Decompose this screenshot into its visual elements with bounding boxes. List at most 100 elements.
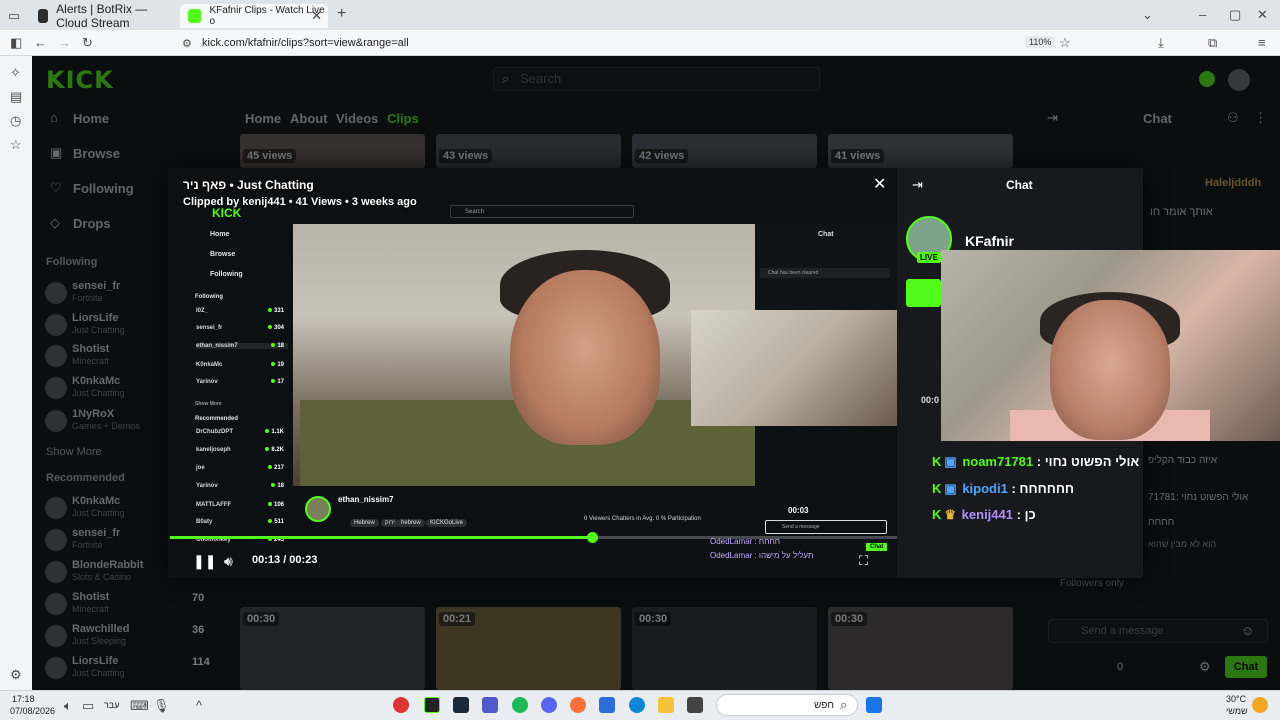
kick-badge-icon: K xyxy=(932,507,942,522)
tab-clips[interactable]: Clips xyxy=(387,111,419,126)
inner-channel: DrChubzDPT xyxy=(196,429,233,435)
taskbar-search[interactable] xyxy=(716,694,858,716)
inner-count: 19 xyxy=(271,362,284,368)
chat-more-icon[interactable]: ⋮ xyxy=(1254,111,1267,125)
side-settings-icon[interactable]: ⚙ xyxy=(10,668,22,682)
inner-stats: 0 Viewers Chatters in Avg. 0 % Participa… xyxy=(584,516,701,522)
channel-name: sensei_fr xyxy=(72,527,121,539)
clip-views: 41 views xyxy=(831,149,885,163)
speaker-icon[interactable]: 🔈︎ xyxy=(64,699,72,713)
nav-following[interactable]: Following xyxy=(73,181,134,196)
tab-about[interactable]: About xyxy=(290,111,328,126)
channel-category: Slots & Casino xyxy=(72,572,132,582)
download-icon[interactable]: ⤓ xyxy=(1158,36,1164,50)
inner-count: 18 xyxy=(271,343,284,349)
file-explorer-icon[interactable] xyxy=(658,697,674,713)
fullscreen-icon[interactable]: ⛶ xyxy=(859,553,868,569)
following-title: Following xyxy=(46,256,98,268)
search-placeholder: Search xyxy=(520,71,562,86)
zoom-indicator[interactable]: 110% xyxy=(1025,36,1056,48)
language-indicator[interactable]: עבר xyxy=(104,700,119,710)
extensions-icon[interactable]: ⧉ xyxy=(1208,36,1217,50)
tab-botrix[interactable]: Alerts | BotRix — Cloud Stream xyxy=(30,2,178,30)
back-icon[interactable]: ← xyxy=(34,36,47,50)
spotify-icon[interactable] xyxy=(512,697,528,713)
close-modal-button[interactable]: ✕ xyxy=(873,174,886,194)
pause-button[interactable]: ❚❚ xyxy=(193,553,216,570)
send-message-input[interactable]: Send a message xyxy=(1048,619,1268,643)
volume-icon[interactable]: 🔊︎ xyxy=(224,553,233,570)
progress-knob[interactable] xyxy=(586,532,598,543)
clip-views: 43 views xyxy=(439,149,493,163)
minimize-icon[interactable]: – xyxy=(1199,8,1206,22)
header-kick-icon[interactable] xyxy=(1199,71,1215,87)
inner-webcam xyxy=(691,310,897,426)
tab-home[interactable]: Home xyxy=(245,111,281,126)
channel-category: Minecraft xyxy=(72,604,110,614)
steam-icon[interactable] xyxy=(453,697,469,713)
avatar xyxy=(45,345,67,367)
close-window-icon[interactable]: ✕ xyxy=(1257,8,1268,22)
tab-overview-icon[interactable]: ▭ xyxy=(8,9,20,23)
reload-icon[interactable]: ↻ xyxy=(82,36,93,50)
discord-icon[interactable] xyxy=(541,697,557,713)
app-icon-1[interactable] xyxy=(393,697,409,713)
firefox-icon[interactable] xyxy=(570,697,586,713)
tab-videos[interactable]: Videos xyxy=(336,111,378,126)
inner-count: 511 xyxy=(268,519,284,525)
avatar xyxy=(45,410,67,432)
nav-drops[interactable]: Drops xyxy=(73,216,111,231)
inner-search-text: Search xyxy=(465,209,485,215)
inner-channel: joe xyxy=(196,465,205,471)
chat-username[interactable]: kenij441 xyxy=(962,507,1013,522)
edge-icon[interactable] xyxy=(629,697,645,713)
site-info-icon[interactable]: ⚙ xyxy=(182,37,192,51)
nav-home[interactable]: Home xyxy=(73,111,109,126)
emote-icon[interactable]: ☺ xyxy=(1241,624,1254,638)
address-bar[interactable]: kick.com/kfafnir/clips?sort=view&range=a… xyxy=(172,33,1082,53)
close-tab-icon[interactable]: ✕ xyxy=(311,8,322,24)
avatar xyxy=(45,561,67,583)
bookmark-star-icon[interactable]: ☆ xyxy=(1059,36,1071,50)
inner-count: 1.1K xyxy=(265,429,284,435)
windows-start-icon[interactable] xyxy=(866,697,882,713)
chat-send-button[interactable]: Chat xyxy=(1225,656,1267,678)
sidebar-toggle-icon[interactable]: ◧ xyxy=(10,36,22,50)
side-ai-icon[interactable]: ✧ xyxy=(10,66,21,80)
mic-icon[interactable]: 🎙︎ xyxy=(153,699,170,713)
keyboard-icon[interactable]: ⌨ xyxy=(130,699,149,713)
chevron-up-icon[interactable]: ^ xyxy=(196,699,202,713)
header-avatar[interactable] xyxy=(1228,69,1250,91)
settings-icon[interactable]: ⚙ xyxy=(1199,660,1211,674)
maximize-icon[interactable]: ▢ xyxy=(1229,8,1241,22)
chat-username[interactable]: kipodi1 xyxy=(962,481,1008,496)
teams-icon[interactable] xyxy=(482,697,498,713)
kick-search-input[interactable]: Search xyxy=(493,67,820,91)
kick-logo[interactable]: KICK xyxy=(46,66,114,94)
chat-message: K ▣ noam71781 : אולי הפשוט נחוי xyxy=(932,454,1139,470)
clip-duration: 00:30 xyxy=(831,612,868,626)
forward-icon[interactable]: → xyxy=(58,36,71,50)
collapse-chat-icon[interactable]: ⇥ xyxy=(912,178,923,192)
streamer-name[interactable]: KFafnir xyxy=(965,233,1014,249)
side-history-icon[interactable]: ◷ xyxy=(10,114,21,128)
collapse-chat-icon[interactable]: ⇥ xyxy=(1047,111,1058,125)
new-tab-button[interactable]: + xyxy=(337,6,346,22)
menu-icon[interactable]: ≡ xyxy=(1258,36,1266,50)
store-icon[interactable] xyxy=(599,697,615,713)
network-icon[interactable]: ▭ xyxy=(82,699,94,713)
chat-username[interactable]: noam71781 xyxy=(962,454,1033,469)
kick-app-icon[interactable] xyxy=(424,697,440,713)
follow-button[interactable] xyxy=(906,279,941,307)
nav-browse[interactable]: Browse xyxy=(73,146,120,161)
show-more-link[interactable]: Show More xyxy=(46,446,102,458)
side-collections-icon[interactable]: ▤ xyxy=(10,90,22,104)
inner-count: 17 xyxy=(271,379,284,385)
tab-list-chevron-icon[interactable]: ⌄ xyxy=(1142,8,1153,22)
avatar xyxy=(45,593,67,615)
tab-kfafnir-clips[interactable]: KFafnir Clips - Watch Live o ✕ xyxy=(180,4,328,28)
taskbar-time: 17:18 xyxy=(12,694,35,704)
chat-users-icon[interactable]: ⚇ xyxy=(1227,111,1239,125)
task-view-icon[interactable] xyxy=(687,697,703,713)
side-favorites-icon[interactable]: ☆ xyxy=(10,138,22,152)
